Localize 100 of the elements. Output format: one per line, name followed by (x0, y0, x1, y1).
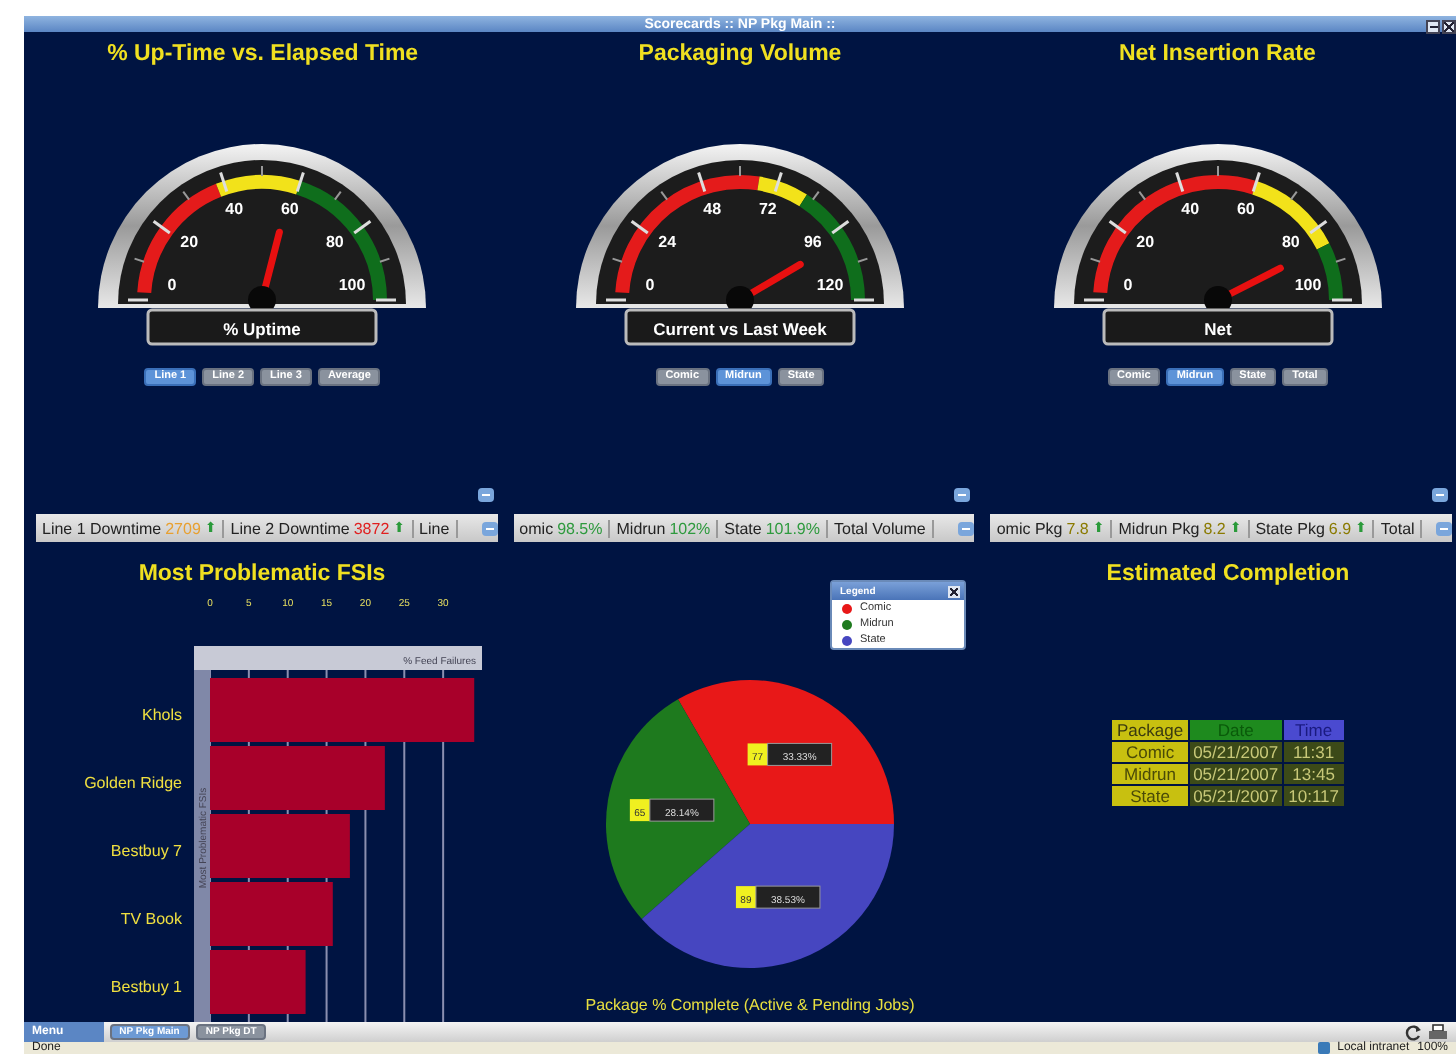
panel-title: Packaging Volume (638, 42, 842, 66)
tick-mark (1174, 172, 1184, 193)
scale-label: 60 (1236, 200, 1255, 219)
scale-label: 20 (1135, 233, 1154, 252)
tick-mark (611, 257, 624, 263)
scale-label: 72 (758, 200, 777, 219)
gauge-caption: Current vs Last Week (624, 308, 856, 346)
collapse-icon[interactable] (1432, 488, 1449, 502)
scale-label: 0 (168, 276, 178, 294)
scale-label: 100 (339, 276, 366, 294)
bar (210, 882, 333, 946)
tick-mark (1083, 298, 1104, 302)
tick-mark (773, 172, 783, 193)
scale-label: 24 (658, 233, 677, 252)
tick-mark (1137, 190, 1146, 201)
collapse-icon[interactable] (954, 488, 971, 502)
tick-mark (1331, 298, 1352, 302)
gauge-needle (1203, 264, 1284, 314)
bar (210, 950, 306, 1014)
table-cell: 05/21/2007 (1189, 742, 1283, 762)
scale-label: 96 (803, 233, 822, 252)
tick-mark (697, 172, 707, 193)
gauge-needle (248, 228, 284, 314)
scale-label: 20 (180, 233, 199, 252)
tick-mark (354, 220, 372, 235)
tick-mark (379, 257, 392, 263)
tick-mark (660, 190, 669, 201)
ticker-label: Midrun (616, 519, 666, 537)
scale-label: 40 (225, 200, 244, 219)
panel-title: Net Insertion Rate (1118, 42, 1316, 66)
ticker-label: omic (519, 519, 554, 537)
tick-mark (854, 298, 874, 302)
table-cell: 05/21/2007 (1189, 764, 1283, 784)
category-label: TV Book (120, 910, 182, 928)
tick-mark (1088, 257, 1101, 263)
tick-mark (296, 172, 306, 193)
column-header: Time (1284, 720, 1343, 740)
minimize-icon[interactable] (1426, 20, 1440, 34)
category-label: Golden Ridge (84, 774, 182, 792)
gauge-caption: % Uptime (147, 308, 379, 346)
collapse-icon[interactable] (477, 488, 494, 502)
table-cell: 11:31 (1284, 742, 1343, 762)
panel-title: Estimated Completion (1106, 562, 1350, 586)
scale-label: 80 (1281, 233, 1300, 252)
bar (210, 814, 350, 878)
scale-label: 48 (703, 200, 722, 219)
category-label: Khols (141, 706, 182, 724)
ticker-value: 98.5% (557, 519, 603, 537)
scale-label: 0 (645, 276, 655, 294)
table-cell: Midrun (1112, 764, 1188, 784)
panel-title: Most Problematic FSIs (138, 562, 386, 586)
ticker-value: 8.2 (1203, 519, 1226, 537)
tick-mark (219, 172, 229, 193)
tick-mark (376, 298, 397, 302)
tick-mark (606, 298, 626, 302)
tick-mark (1289, 190, 1298, 201)
ticker-value: 102% (669, 519, 711, 537)
refresh-icon[interactable] (1404, 1023, 1422, 1041)
tick-mark (134, 257, 146, 263)
tick-mark (182, 190, 191, 201)
table-cell: State (1112, 786, 1188, 806)
ticker-label: Line (419, 519, 450, 537)
table-cell: 05/21/2007 (1189, 786, 1283, 806)
ticker-value: 6.9 (1328, 519, 1352, 537)
tick-mark (811, 190, 820, 201)
scale-label: 80 (326, 233, 345, 252)
panel-title: % Up-Time vs. Elapsed Time (107, 42, 419, 66)
tick-mark (128, 298, 149, 302)
tick-mark (1216, 165, 1219, 177)
ticker-label: State (724, 519, 762, 537)
ticker-label: Total (1380, 519, 1415, 537)
tick-mark (1251, 172, 1261, 193)
tick-mark (1108, 220, 1126, 235)
gauge-caption: Net (1101, 308, 1333, 346)
ticker-value: 101.9% (765, 519, 820, 537)
scale-label: 0 (1122, 276, 1132, 294)
collapse-icon[interactable] (958, 521, 975, 535)
tick-mark (334, 190, 343, 201)
table-cell: Comic (1112, 742, 1188, 762)
ticker-label: Total Volume (834, 519, 926, 537)
ticker-value: 2709 (165, 519, 201, 537)
chart-caption: Package % Complete (Active & Pending Jobs) (585, 996, 915, 1014)
category-label: Bestbuy 7 (110, 842, 182, 860)
close-icon[interactable] (948, 585, 960, 597)
close-icon[interactable] (1442, 20, 1456, 34)
column-header: Package (1112, 720, 1188, 740)
scale-label: 100 (1294, 276, 1321, 294)
ticker-value: 7.8 (1066, 519, 1089, 537)
table-cell: 13:45 (1284, 764, 1343, 784)
tick-mark (739, 165, 741, 177)
category-label: Bestbuy 1 (110, 978, 182, 996)
tick-mark (856, 257, 869, 263)
ticker-label: Midrun Pkg (1118, 519, 1200, 537)
tick-mark (1334, 257, 1346, 263)
intranet-icon (1317, 1042, 1330, 1054)
collapse-icon[interactable] (1436, 521, 1453, 535)
table-cell: 10:117 (1284, 786, 1343, 806)
gauge-needle (726, 260, 804, 314)
printer-icon[interactable] (1428, 1023, 1448, 1041)
ticker-label: Line 1 Downtime (42, 519, 162, 537)
